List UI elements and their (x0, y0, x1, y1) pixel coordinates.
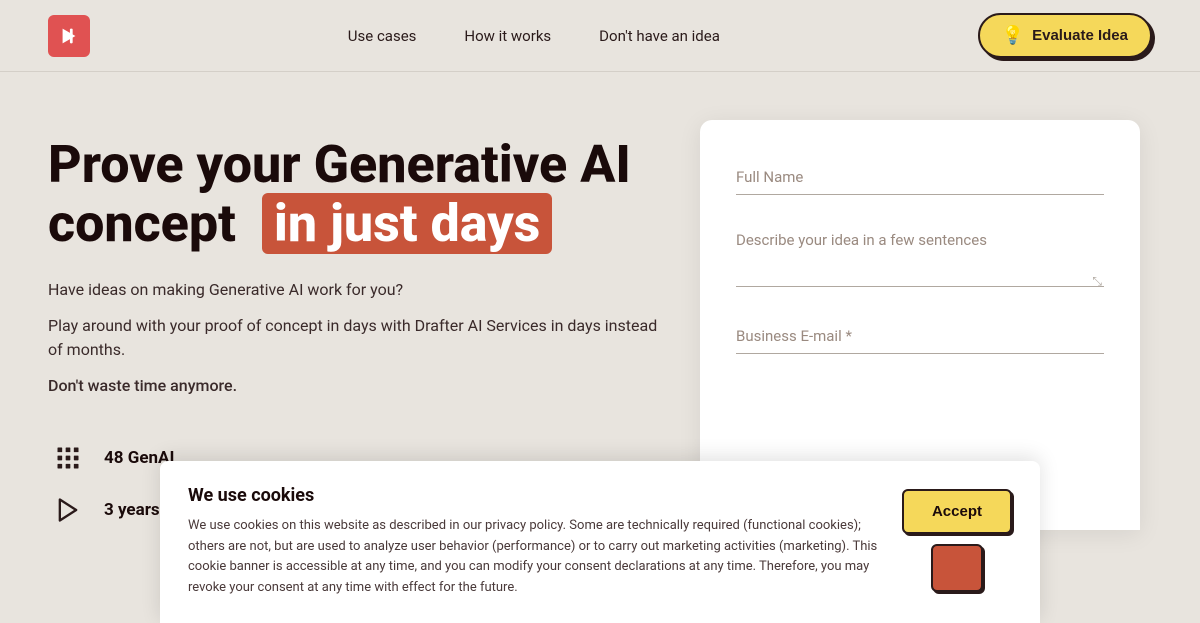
hero-title: Prove your Generative AI concept in just… (48, 136, 668, 254)
play-icon (48, 490, 88, 530)
hero-desc: Play around with your proof of concept i… (48, 314, 668, 362)
evaluate-btn-label: Evaluate Idea (1032, 27, 1128, 44)
bulb-icon: 💡 (1002, 25, 1024, 46)
evaluate-idea-button[interactable]: 💡 Evaluate Idea (978, 13, 1152, 58)
logo[interactable] (48, 15, 90, 57)
hero-subtitle: Have ideas on making Generative AI work … (48, 278, 668, 302)
cookie-title: We use cookies (188, 485, 878, 506)
idea-description-group: ⤡ (736, 223, 1104, 291)
hero-title-highlight: in just days (262, 193, 553, 254)
hero-title-line1: Prove your Generative AI (48, 134, 631, 195)
accept-cookies-button[interactable]: Accept (902, 489, 1012, 534)
idea-description-input[interactable] (736, 223, 1104, 287)
email-group (736, 319, 1104, 354)
email-input[interactable] (736, 319, 1104, 354)
hero-title-line2: concept (48, 193, 236, 254)
resize-icon: ⤡ (1092, 274, 1102, 289)
grid-icon (48, 438, 88, 478)
nav-how-it-works[interactable]: How it works (464, 27, 551, 45)
cookie-content: We use cookies We use cookies on this we… (188, 485, 878, 599)
logo-svg (58, 25, 80, 47)
nav-links: Use cases How it works Don't have an ide… (348, 27, 720, 45)
decline-cookies-button[interactable] (931, 544, 983, 592)
hero-cta: Don't waste time anymore. (48, 374, 668, 398)
nav-use-cases[interactable]: Use cases (348, 27, 417, 45)
textarea-wrap: ⤡ (736, 223, 1104, 291)
full-name-group (736, 160, 1104, 195)
nav-no-idea[interactable]: Don't have an idea (599, 27, 720, 45)
cookie-text: We use cookies on this website as descri… (188, 516, 878, 599)
logo-icon (48, 15, 90, 57)
cookie-banner: We use cookies We use cookies on this we… (160, 461, 1040, 623)
navbar: Use cases How it works Don't have an ide… (0, 0, 1200, 72)
full-name-input[interactable] (736, 160, 1104, 195)
cookie-actions: Accept (902, 485, 1012, 592)
